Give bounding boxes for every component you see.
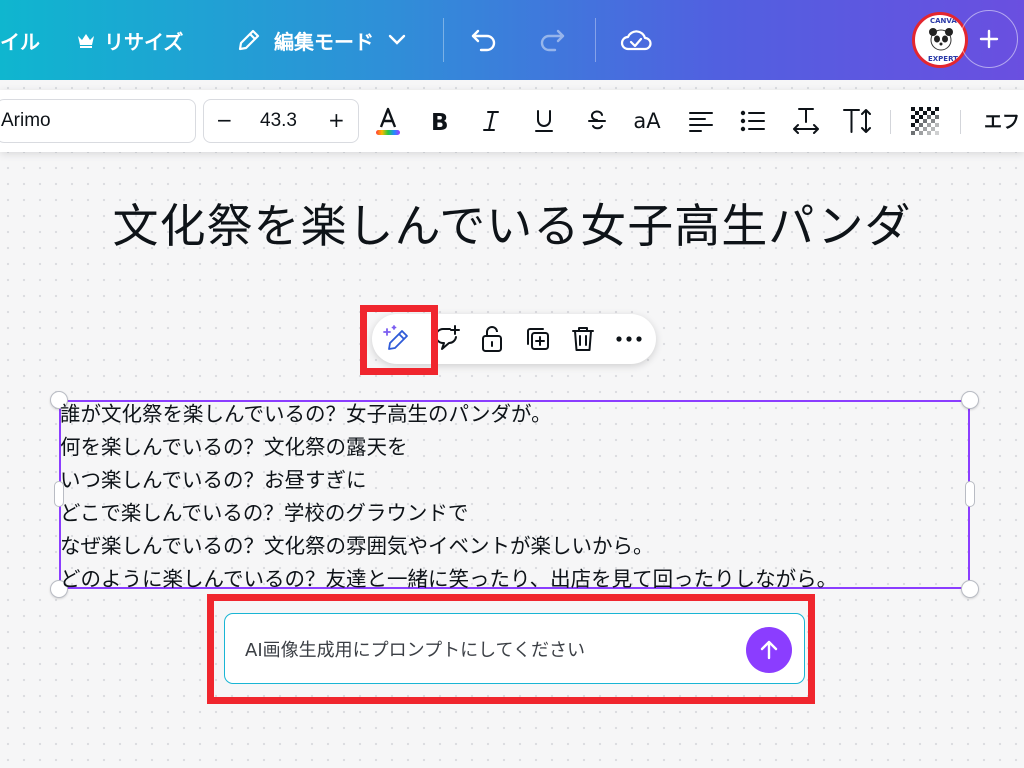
- avatar-bottom-text: EXPERT: [928, 55, 958, 63]
- decrease-font-size-button[interactable]: −: [216, 108, 233, 132]
- bold-icon: B: [429, 109, 451, 133]
- list-button[interactable]: [736, 104, 770, 138]
- resize-label: リサイズ: [104, 29, 184, 54]
- plus-icon: [978, 28, 1000, 50]
- body-line: いつ楽しんでいるの？お昼すぎに: [60, 468, 367, 492]
- edit-mode-label: 編集モード: [274, 29, 374, 54]
- align-left-icon: [687, 109, 715, 133]
- italic-icon: [480, 109, 502, 133]
- file-menu[interactable]: イル: [0, 0, 40, 80]
- top-bar: イル リサイズ 編集モード CANVA EXPERT: [0, 0, 1024, 80]
- letter-spacing-icon: [791, 106, 821, 136]
- underline-icon: [533, 108, 555, 134]
- font-family-value: Arimo: [1, 110, 51, 131]
- text-color-icon: [372, 105, 404, 137]
- line-spacing-button[interactable]: [840, 104, 874, 138]
- cloud-check-icon: [619, 27, 653, 53]
- divider: [443, 18, 444, 62]
- underline-button[interactable]: [527, 104, 561, 138]
- bold-button[interactable]: B: [423, 104, 457, 138]
- body-line: どこで楽しんでいるの？学校のグラウンドで: [60, 501, 469, 525]
- page-title[interactable]: 文化祭を楽しんでいる女子高生パンダ: [40, 190, 984, 256]
- body-line: 何を楽しんでいるの？文化祭の露天を: [60, 435, 408, 459]
- pencil-icon: [236, 27, 262, 53]
- crown-icon: [76, 31, 96, 49]
- letter-spacing-button[interactable]: [789, 104, 823, 138]
- transparency-button[interactable]: [908, 104, 942, 138]
- annotation-highlight-prompt: [207, 594, 815, 704]
- effects-button[interactable]: エフ: [984, 108, 1020, 134]
- body-line: どのように楽しんでいるの？友達と一緒に笑ったり、出店を見て回ったりしながら。: [60, 567, 838, 591]
- add-collaborator-button[interactable]: [960, 10, 1018, 68]
- more-options-button[interactable]: [612, 322, 646, 356]
- font-size-input[interactable]: 43.3: [260, 110, 297, 132]
- undo-icon: [469, 27, 499, 53]
- duplicate-icon: [524, 325, 552, 353]
- lock-icon: [479, 324, 505, 354]
- lock-button[interactable]: [475, 322, 509, 356]
- redo-icon: [537, 27, 567, 53]
- font-family-selector[interactable]: Arimo: [0, 99, 196, 143]
- resize-button[interactable]: リサイズ: [76, 0, 183, 80]
- increase-font-size-button[interactable]: +: [328, 108, 345, 132]
- divider: [890, 110, 891, 134]
- bullet-list-icon: [739, 109, 767, 133]
- divider: [960, 110, 961, 134]
- transparency-icon: [911, 107, 939, 135]
- redo-button[interactable]: [534, 22, 570, 58]
- body-text[interactable]: 誰が文化祭を楽しんでいるの？女子高生のパンダが。 何を楽しんでいるの？文化祭の露…: [60, 398, 980, 596]
- more-icon: [615, 335, 643, 343]
- edit-mode-dropdown[interactable]: 編集モード: [236, 0, 406, 80]
- delete-button[interactable]: [566, 322, 600, 356]
- panda-icon: [928, 26, 954, 52]
- cloud-save-button[interactable]: [618, 22, 654, 58]
- body-line: なぜ楽しんでいるの？文化祭の雰囲気やイベントが楽しいから。: [60, 534, 654, 558]
- file-menu-label: イル: [0, 29, 40, 54]
- letter-case-button[interactable]: aA: [630, 104, 664, 138]
- body-line: 誰が文化祭を楽しんでいるの？女子高生のパンダが。: [60, 402, 552, 426]
- italic-button[interactable]: [474, 104, 508, 138]
- svg-text:B: B: [431, 110, 449, 133]
- annotation-highlight-magic-write: [360, 305, 438, 375]
- strikethrough-icon: [586, 109, 608, 133]
- avatar-top-text: CANVA: [930, 17, 957, 25]
- undo-button[interactable]: [466, 22, 502, 58]
- chevron-down-icon: [388, 34, 406, 46]
- trash-icon: [570, 324, 596, 354]
- text-color-button[interactable]: [371, 104, 405, 138]
- divider: [595, 18, 596, 62]
- letter-case-label: aA: [633, 109, 661, 133]
- text-toolbar: Arimo − 43.3 + B aA エフ: [0, 90, 1024, 152]
- duplicate-button[interactable]: [521, 322, 555, 356]
- line-spacing-icon: [841, 106, 873, 136]
- align-left-button[interactable]: [684, 104, 718, 138]
- strikethrough-button[interactable]: [580, 104, 614, 138]
- font-size-stepper: − 43.3 +: [203, 99, 359, 143]
